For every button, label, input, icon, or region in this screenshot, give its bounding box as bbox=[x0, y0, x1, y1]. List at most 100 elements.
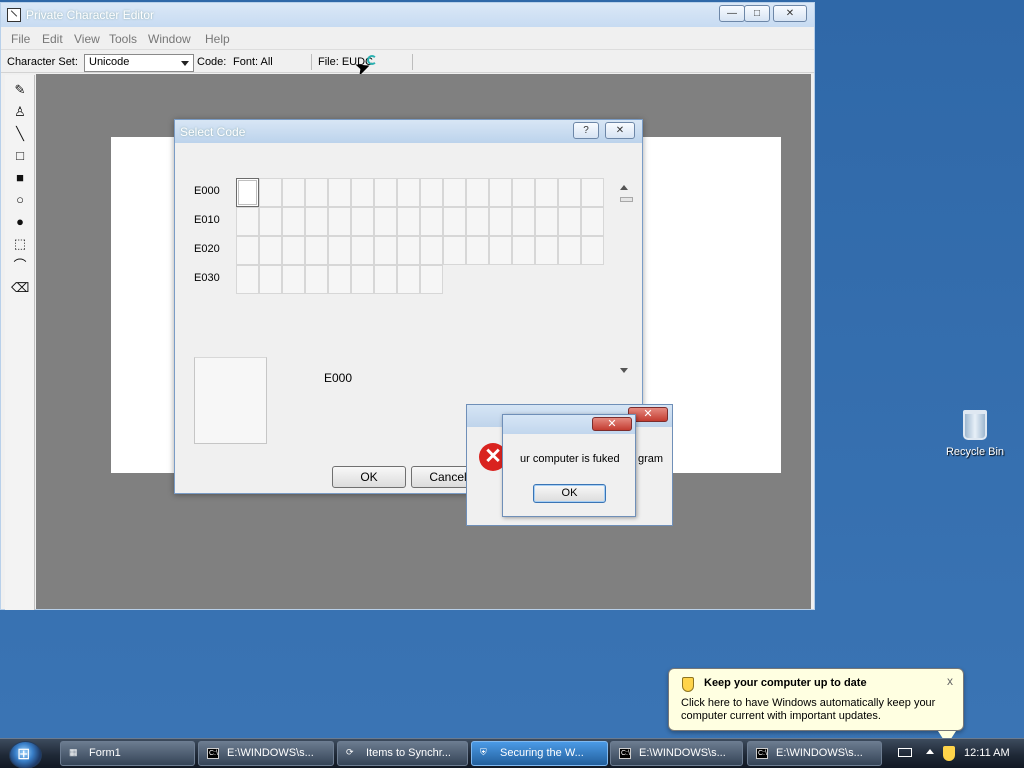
freeform-select-icon[interactable]: ⌒ bbox=[11, 257, 29, 275]
menu-window[interactable]: Window bbox=[148, 32, 191, 46]
main-close-button[interactable]: ✕ bbox=[773, 5, 807, 22]
code-cell[interactable] bbox=[374, 236, 397, 265]
ellipse-icon[interactable]: ○ bbox=[11, 191, 29, 209]
code-cell[interactable] bbox=[466, 236, 489, 265]
code-cell[interactable] bbox=[351, 236, 374, 265]
minimize-button[interactable]: — bbox=[719, 5, 745, 22]
code-cell[interactable] bbox=[397, 178, 420, 207]
code-cell[interactable] bbox=[443, 236, 466, 265]
code-cell[interactable] bbox=[259, 236, 282, 265]
code-cell[interactable] bbox=[236, 236, 259, 265]
code-cell[interactable] bbox=[328, 236, 351, 265]
code-cell[interactable] bbox=[466, 207, 489, 236]
code-cell[interactable] bbox=[397, 265, 420, 294]
code-cell[interactable] bbox=[236, 265, 259, 294]
code-cell[interactable] bbox=[535, 236, 558, 265]
recycle-bin-label[interactable]: Recycle Bin bbox=[942, 446, 1008, 458]
code-cell[interactable] bbox=[558, 207, 581, 236]
code-cell[interactable] bbox=[420, 236, 443, 265]
code-scrollbar[interactable] bbox=[617, 178, 633, 376]
code-cell[interactable] bbox=[374, 178, 397, 207]
keyboard-icon[interactable] bbox=[898, 748, 912, 757]
code-cell[interactable] bbox=[351, 178, 374, 207]
taskbar-item[interactable]: ⛨ Securing the W... bbox=[471, 741, 608, 766]
code-cell[interactable] bbox=[374, 207, 397, 236]
security-alert-icon[interactable] bbox=[943, 746, 955, 761]
taskbar-item[interactable]: C:\ E:\WINDOWS\s... bbox=[198, 741, 334, 766]
code-cell[interactable] bbox=[512, 236, 535, 265]
code-cell[interactable] bbox=[328, 178, 351, 207]
code-cell[interactable] bbox=[512, 207, 535, 236]
code-cell[interactable] bbox=[236, 207, 259, 236]
code-cell[interactable] bbox=[489, 207, 512, 236]
filled-rectangle-icon[interactable]: ■ bbox=[11, 169, 29, 187]
code-cell[interactable] bbox=[259, 207, 282, 236]
code-cell[interactable] bbox=[420, 207, 443, 236]
foreground-error-title-bar[interactable]: ✕ bbox=[503, 415, 635, 434]
recycle-bin-shortcut[interactable]: Recycle Bin bbox=[942, 410, 1008, 458]
line-icon[interactable]: ╲ bbox=[11, 125, 29, 143]
code-cell[interactable] bbox=[397, 207, 420, 236]
menu-tools[interactable]: Tools bbox=[109, 32, 137, 46]
code-cell[interactable] bbox=[512, 178, 535, 207]
taskbar-item[interactable]: ⟳ Items to Synchr... bbox=[337, 741, 468, 766]
maximize-button[interactable]: □ bbox=[744, 5, 770, 22]
code-cell[interactable] bbox=[581, 236, 604, 265]
notification-message[interactable]: Click here to have Windows automatically… bbox=[681, 697, 957, 723]
help-button[interactable]: ? bbox=[573, 122, 599, 139]
code-cell[interactable] bbox=[397, 236, 420, 265]
code-cell[interactable] bbox=[558, 178, 581, 207]
windows-update-notification[interactable]: Keep your computer up to date Click here… bbox=[668, 668, 964, 745]
select-code-title-bar[interactable]: Select Code ? ✕ bbox=[175, 120, 642, 143]
code-cell[interactable] bbox=[489, 236, 512, 265]
code-cell[interactable] bbox=[305, 207, 328, 236]
eraser-icon[interactable]: ⌫ bbox=[11, 279, 29, 297]
code-cell[interactable] bbox=[489, 178, 512, 207]
code-cell[interactable] bbox=[282, 265, 305, 294]
code-cell[interactable] bbox=[305, 265, 328, 294]
code-cell[interactable] bbox=[305, 178, 328, 207]
code-cell[interactable] bbox=[236, 178, 259, 207]
taskbar-item[interactable]: C:\ E:\WINDOWS\s... bbox=[747, 741, 882, 766]
code-cell[interactable] bbox=[328, 265, 351, 294]
scroll-down-icon[interactable] bbox=[620, 368, 628, 373]
code-cell[interactable] bbox=[351, 207, 374, 236]
code-cell[interactable] bbox=[443, 178, 466, 207]
filled-ellipse-icon[interactable]: ● bbox=[11, 213, 29, 231]
recycle-bin-icon[interactable] bbox=[963, 410, 987, 440]
code-cell[interactable] bbox=[305, 236, 328, 265]
code-cell[interactable] bbox=[259, 265, 282, 294]
code-cell[interactable] bbox=[581, 207, 604, 236]
taskbar-item[interactable]: C:\ E:\WINDOWS\s... bbox=[610, 741, 743, 766]
rectangle-icon[interactable]: □ bbox=[11, 147, 29, 165]
code-cell[interactable] bbox=[282, 178, 305, 207]
code-cell[interactable] bbox=[328, 207, 351, 236]
code-cell[interactable] bbox=[374, 265, 397, 294]
chevron-down-icon[interactable] bbox=[181, 61, 189, 66]
code-cell[interactable] bbox=[420, 178, 443, 207]
taskbar-clock[interactable]: 12:11 AM bbox=[964, 747, 1010, 759]
scroll-up-icon[interactable] bbox=[620, 185, 628, 190]
start-button[interactable] bbox=[9, 741, 42, 768]
code-cell[interactable] bbox=[443, 207, 466, 236]
code-cell[interactable] bbox=[558, 236, 581, 265]
menu-file[interactable]: File bbox=[11, 32, 30, 46]
code-cell[interactable] bbox=[282, 236, 305, 265]
rectangular-select-icon[interactable]: ⬚ bbox=[11, 235, 29, 253]
notification-title[interactable]: Keep your computer up to date bbox=[704, 677, 867, 689]
notification-close-button[interactable]: x bbox=[947, 674, 953, 688]
foreground-error-close-button[interactable]: ✕ bbox=[592, 417, 632, 431]
code-cell[interactable] bbox=[535, 178, 558, 207]
menu-edit[interactable]: Edit bbox=[42, 32, 63, 46]
code-cell[interactable] bbox=[581, 178, 604, 207]
menu-view[interactable]: View bbox=[74, 32, 100, 46]
ok-button[interactable]: OK bbox=[332, 466, 406, 488]
taskbar-item[interactable]: ▦ Form1 bbox=[60, 741, 195, 766]
brush-icon[interactable]: ♙ bbox=[11, 103, 29, 121]
select-code-close-button[interactable]: ✕ bbox=[605, 122, 635, 139]
pencil-icon[interactable]: ✎ bbox=[11, 81, 29, 99]
code-cell[interactable] bbox=[420, 265, 443, 294]
error-ok-button[interactable]: OK bbox=[533, 484, 606, 503]
scroll-thumb[interactable] bbox=[620, 197, 633, 202]
code-cell[interactable] bbox=[259, 178, 282, 207]
